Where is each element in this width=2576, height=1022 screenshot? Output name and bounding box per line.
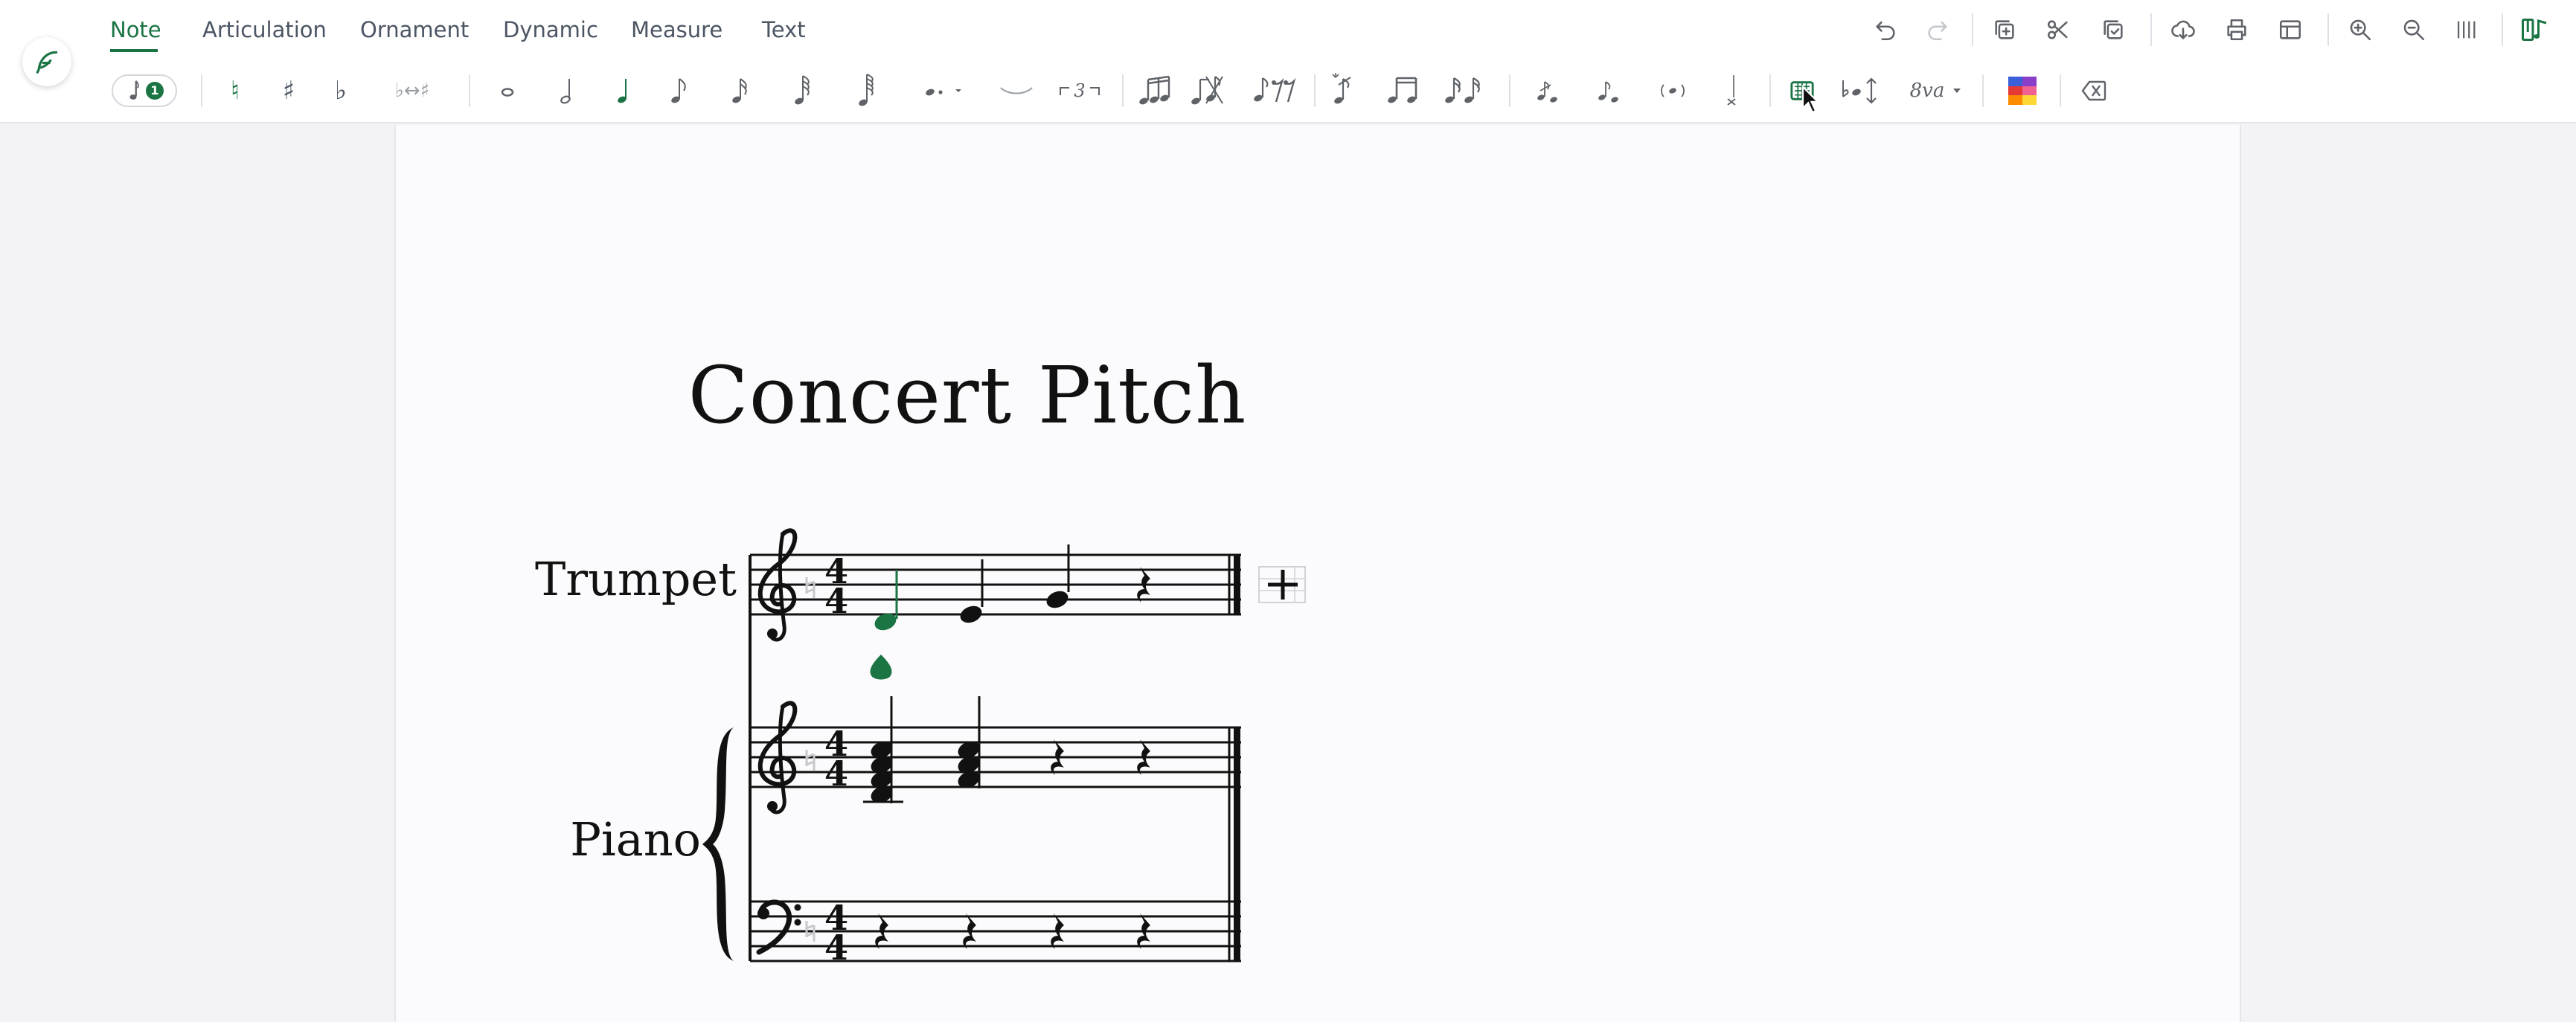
final-barline-thick — [1234, 727, 1240, 961]
final-barline-thick — [1234, 555, 1240, 614]
time-sig-denominator: 4 — [824, 581, 848, 621]
trumpet-note-1-selected[interactable] — [872, 570, 899, 633]
courtesy-natural — [805, 576, 816, 600]
note-drop-marker-icon[interactable] — [870, 655, 892, 680]
bass-clef-piano — [757, 902, 801, 952]
piano-brace — [702, 727, 734, 961]
courtesy-natural — [805, 748, 816, 772]
time-sig-denominator: 4 — [824, 928, 848, 968]
add-measure-button[interactable] — [1258, 566, 1306, 603]
piano-chord-2[interactable] — [955, 696, 982, 791]
time-sig-denominator: 4 — [824, 753, 848, 794]
piano-chord-1[interactable] — [863, 696, 903, 806]
score-notation: 4 4 4 4 4 4 — [702, 0, 1306, 968]
